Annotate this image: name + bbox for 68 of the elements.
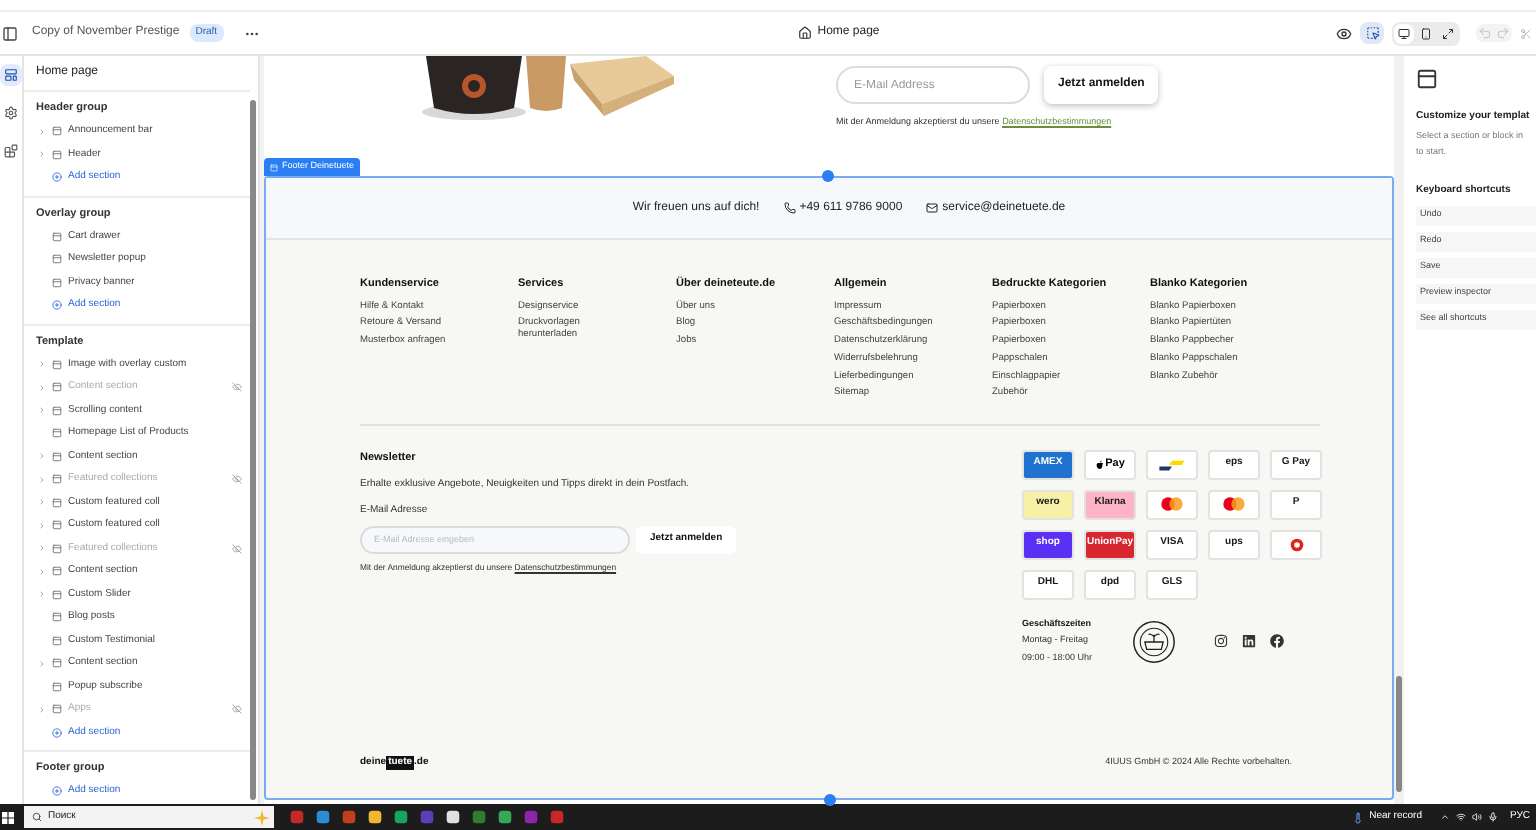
section-icon	[52, 612, 62, 623]
apps-icon	[4, 144, 18, 158]
section-icon	[52, 405, 62, 416]
settings-icon	[4, 106, 18, 120]
section-icon	[52, 543, 62, 554]
apple-icon	[1095, 459, 1104, 470]
section-icon	[52, 497, 62, 508]
inspector-icon	[1365, 26, 1379, 40]
tray-chevron-icon[interactable]	[1439, 812, 1450, 822]
section-icon	[52, 277, 62, 288]
scissors-icon[interactable]	[1520, 27, 1532, 39]
roundel-icon	[1289, 537, 1303, 552]
scrollbar-thumb[interactable]	[250, 100, 256, 800]
sections-icon	[4, 68, 18, 82]
hidden-icon[interactable]	[232, 382, 242, 393]
section-icon	[52, 451, 62, 462]
rail-tab[interactable]	[0, 64, 22, 86]
inspector-button[interactable]	[1360, 22, 1384, 44]
sidebar-toggle-icon[interactable]	[2, 25, 18, 41]
add-icon	[52, 172, 62, 183]
section-icon	[52, 635, 62, 646]
wifi-icon[interactable]	[1455, 812, 1466, 822]
section-icon	[52, 681, 62, 692]
mail-icon	[926, 202, 939, 214]
section-icon	[52, 704, 62, 715]
section-icon	[52, 474, 62, 485]
section-icon	[52, 359, 62, 370]
sparkle-icon	[254, 809, 270, 825]
section-icon	[52, 566, 62, 577]
section-icon	[52, 428, 62, 439]
stripes-icon	[1158, 457, 1186, 472]
mobile-icon	[1420, 27, 1432, 39]
section-icon	[52, 126, 62, 137]
device-toggle[interactable]	[1416, 23, 1436, 43]
hidden-icon[interactable]	[232, 474, 242, 485]
desktop-icon	[1398, 27, 1410, 39]
section-icon	[270, 163, 278, 171]
windows-icon[interactable]	[2, 811, 14, 823]
volume-icon[interactable]	[1471, 812, 1482, 822]
section-icon	[52, 254, 62, 265]
card-circles-icon	[1158, 496, 1186, 513]
section-icon	[52, 658, 62, 669]
section-select-icon	[1416, 68, 1438, 90]
hidden-icon[interactable]	[232, 543, 242, 554]
instagram-icon[interactable]	[1214, 634, 1228, 649]
search-icon	[32, 812, 42, 822]
linkedin-icon[interactable]	[1242, 634, 1256, 649]
rail-tab[interactable]	[0, 102, 22, 124]
microphone-icon[interactable]	[1487, 812, 1498, 822]
add-icon	[52, 300, 62, 311]
section-icon	[52, 231, 62, 242]
phone-icon	[783, 202, 796, 214]
rail-tab[interactable]	[0, 140, 22, 162]
packaging-seal-icon	[1132, 619, 1176, 664]
hidden-icon[interactable]	[232, 704, 242, 715]
device-toggle[interactable]	[1394, 23, 1414, 43]
add-icon	[52, 786, 62, 797]
preview-icon[interactable]	[1336, 25, 1352, 41]
scrollbar-thumb[interactable]	[1396, 676, 1402, 792]
section-icon	[52, 589, 62, 600]
card-circles-icon	[1220, 496, 1248, 513]
facebook-icon[interactable]	[1270, 634, 1284, 649]
section-icon	[52, 520, 62, 531]
thermometer-icon	[1351, 811, 1364, 823]
add-icon	[52, 727, 62, 738]
section-icon	[52, 382, 62, 393]
section-icon	[52, 149, 62, 160]
home-icon	[797, 26, 812, 40]
